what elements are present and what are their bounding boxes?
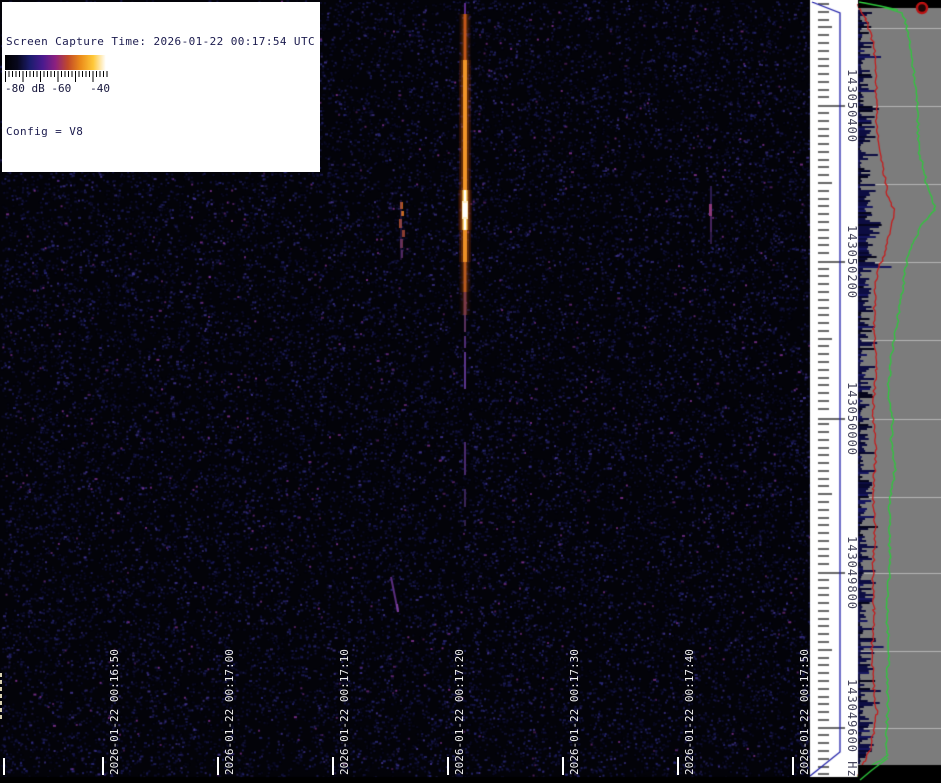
time-label: 2026-01-22 00:17:00 [223,649,236,775]
clipped-label-dash [0,708,2,712]
time-tick [562,757,564,775]
time-tick [792,757,794,775]
frequency-label: 143050200 [845,225,858,299]
frequency-label: 143050400 [845,69,858,143]
time-tick [3,758,5,775]
color-gradient-bar [5,55,110,70]
config-text: Config = V8 [6,124,315,139]
color-scale-labels: -80 dB -60 -40 [3,82,113,96]
time-tick [447,757,449,775]
time-tick [332,757,334,775]
clipped-label-dash [0,687,2,691]
clipped-label-dash [0,701,2,705]
frequency-label: 143049800 [845,536,858,610]
clipped-label-dash [0,673,2,677]
time-tick [677,757,679,775]
time-label: 2026-01-22 00:17:10 [338,649,351,775]
time-tick [217,757,219,775]
clipped-label-dash [0,694,2,698]
time-label: 2026-01-22 00:17:20 [453,649,466,775]
time-tick [102,757,104,775]
frequency-label: 143050000 [845,382,858,456]
color-scale-legend: -80 dB -60 -40 [3,53,113,97]
time-label: 2026-01-22 00:16:50 [108,649,121,775]
time-label: 2026-01-22 00:17:40 [683,649,696,775]
time-label: 2026-01-22 00:17:30 [568,649,581,775]
clipped-label-dash [0,680,2,684]
spectrogram-app-window: Screen Capture Time: 2026-01-22 00:17:54… [0,0,941,783]
db-label-high: -40 [90,82,110,95]
time-label: 2026-01-22 00:17:50 [798,649,811,775]
clipped-label-dash [0,715,2,719]
frequency-label: 143049600 Hz [845,679,858,778]
db-label-low: -80 dB -60 [5,82,71,95]
capture-time-text: Screen Capture Time: 2026-01-22 00:17:54… [6,34,315,49]
